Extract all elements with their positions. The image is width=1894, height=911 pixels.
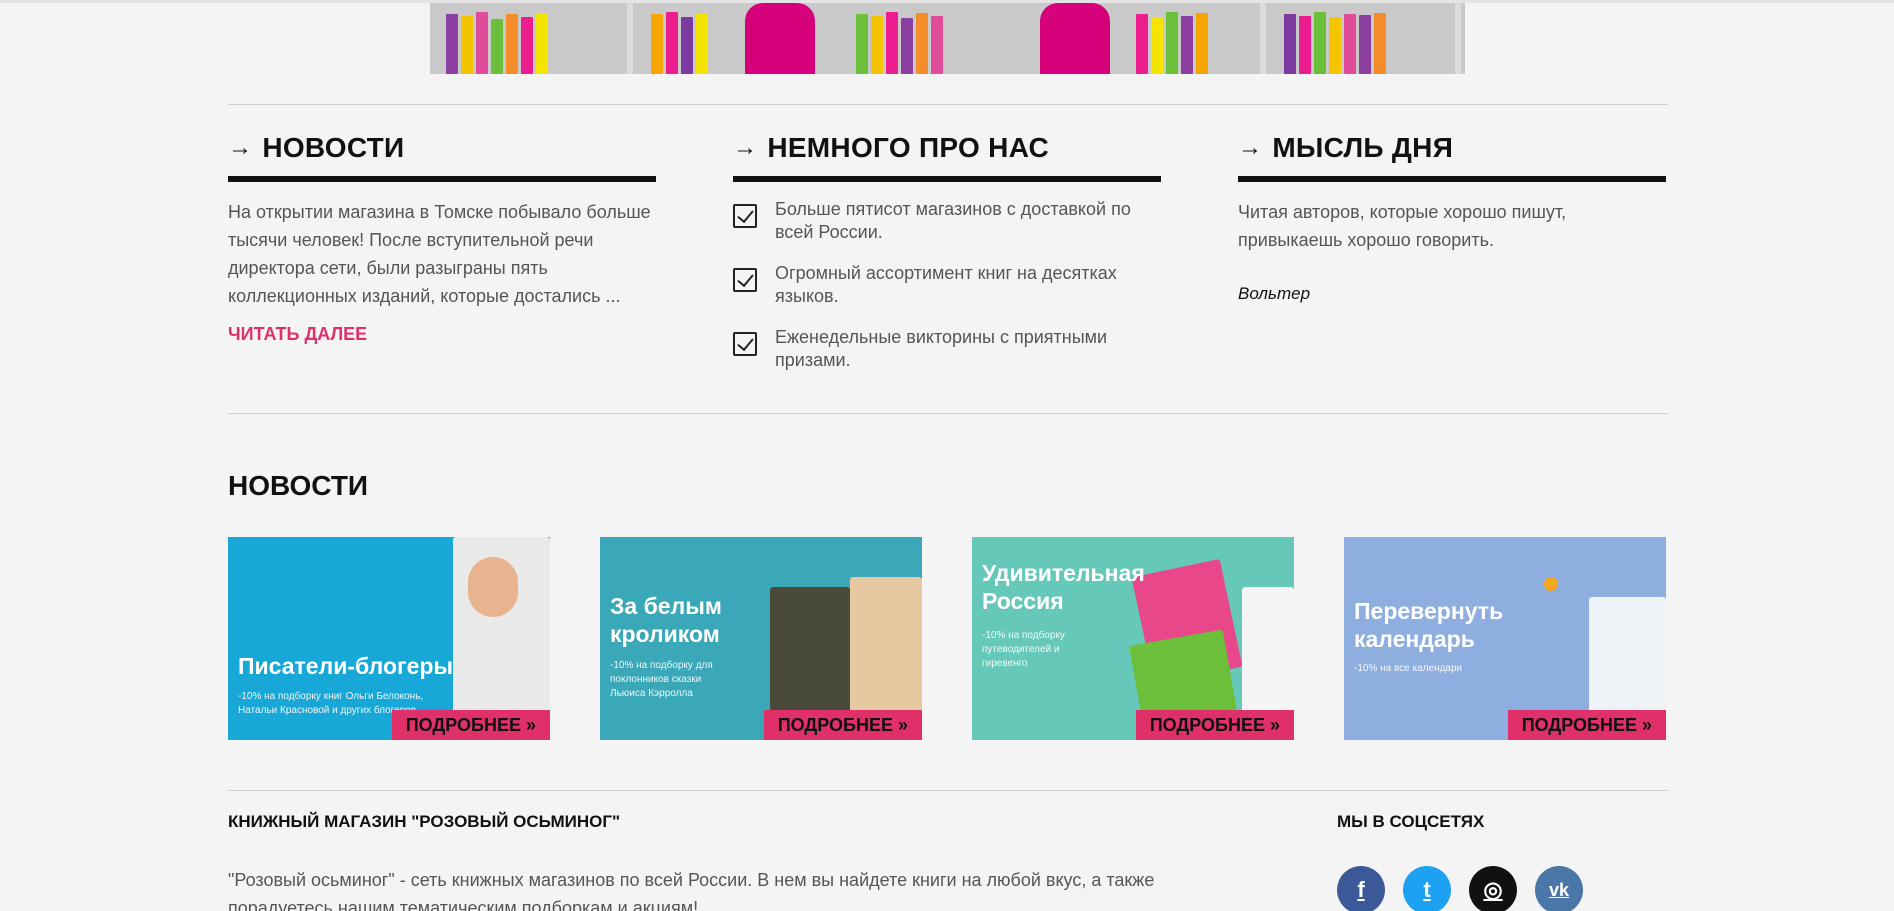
socials-title: МЫ В СОЦСЕТЯХ bbox=[1337, 812, 1485, 831]
arrow-right-icon: → bbox=[733, 134, 758, 161]
title-underline bbox=[228, 176, 656, 182]
more-button[interactable]: ПОДРОБНЕЕ » bbox=[763, 710, 922, 740]
quote-column-title: → МЫСЛЬ ДНЯ bbox=[1238, 128, 1666, 168]
quote-text: Читая авторов, которые хорошо пишут, при… bbox=[1238, 202, 1567, 250]
about-item-text: Еженедельные викторины с приятными приза… bbox=[775, 327, 1108, 370]
card-illustration bbox=[850, 577, 922, 717]
news-section-heading: НОВОСТИ bbox=[228, 470, 369, 501]
quote-author: Вольтер bbox=[1238, 284, 1311, 303]
card-illustration bbox=[468, 557, 518, 617]
about-column: → НЕМНОГО ПРО НАС Больше пятисот магазин… bbox=[733, 128, 1161, 390]
news-column-title: → НОВОСТИ bbox=[228, 128, 656, 168]
shelf-mid-left bbox=[645, 3, 714, 74]
news-column: → НОВОСТИ На открытии магазина в Томске … bbox=[228, 128, 656, 345]
about-list-item: Больше пятисот магазинов с доставкой по … bbox=[733, 198, 1161, 244]
hero-bookshelf-banner bbox=[430, 3, 1465, 74]
card-title: Писатели-блогеры bbox=[238, 653, 454, 679]
twitter-icon[interactable]: t bbox=[1403, 866, 1451, 911]
instagram-icon[interactable]: ◎ bbox=[1469, 866, 1517, 911]
store-title: КНИЖНЫЙ МАГАЗИН "РОЗОВЫЙ ОСЬМИНОГ" bbox=[228, 812, 621, 831]
hero-figure-left bbox=[745, 3, 815, 74]
news-excerpt: На открытии магазина в Томске побывало б… bbox=[228, 202, 651, 306]
card-illustration bbox=[1544, 577, 1558, 591]
card-illustration bbox=[1242, 587, 1294, 717]
about-list: Больше пятисот магазинов с доставкой по … bbox=[733, 198, 1161, 372]
title-underline bbox=[733, 176, 1161, 182]
about-item-text: Больше пятисот магазинов с доставкой по … bbox=[775, 199, 1131, 242]
card-title: Удивительная Россия bbox=[982, 560, 1145, 614]
checkbox-checked-icon bbox=[733, 268, 757, 292]
divider-middle bbox=[228, 413, 1668, 414]
news-card[interactable]: Удивительная Россия -10% на подборку пут… bbox=[972, 537, 1294, 740]
vk-icon[interactable]: vk bbox=[1535, 866, 1583, 911]
about-column-title-text: НЕМНОГО ПРО НАС bbox=[767, 132, 1050, 163]
social-links: f t ◎ vk bbox=[1337, 866, 1583, 911]
news-column-title-text: НОВОСТИ bbox=[262, 132, 405, 163]
title-underline bbox=[1238, 176, 1666, 182]
about-item-text: Огромный ассортимент книг на десятках яз… bbox=[775, 263, 1117, 306]
shelf-right bbox=[1278, 3, 1392, 74]
shelf-left bbox=[440, 3, 554, 74]
shelf-mid-right bbox=[1130, 3, 1214, 74]
quote-column: → МЫСЛЬ ДНЯ Читая авторов, которые хорош… bbox=[1238, 128, 1666, 304]
news-card[interactable]: За белым кроликом -10% на подборку для п… bbox=[600, 537, 922, 740]
read-more-link[interactable]: ЧИТАТЬ ДАЛЕЕ bbox=[228, 324, 367, 345]
about-column-title: → НЕМНОГО ПРО НАС bbox=[733, 128, 1161, 168]
about-list-item: Огромный ассортимент книг на десятках яз… bbox=[733, 262, 1161, 308]
card-subtitle: -10% на подборку путеводителей и гиревен… bbox=[982, 630, 1065, 669]
arrow-right-icon: → bbox=[228, 134, 253, 161]
quote-column-title-text: МЫСЛЬ ДНЯ bbox=[1272, 132, 1454, 163]
divider-footer bbox=[228, 790, 1668, 791]
more-button[interactable]: ПОДРОБНЕЕ » bbox=[391, 710, 550, 740]
more-button[interactable]: ПОДРОБНЕЕ » bbox=[1135, 710, 1294, 740]
more-button[interactable]: ПОДРОБНЕЕ » bbox=[1507, 710, 1666, 740]
card-title: За белым кроликом bbox=[610, 593, 722, 647]
facebook-icon[interactable]: f bbox=[1337, 866, 1385, 911]
divider-top bbox=[228, 104, 1668, 105]
hero-figure-right bbox=[1040, 3, 1110, 74]
card-title: Перевернуть календарь bbox=[1354, 598, 1504, 652]
card-subtitle: -10% на все календари bbox=[1354, 663, 1463, 674]
card-subtitle: -10% на подборку для поклонников сказки … bbox=[610, 660, 713, 699]
news-card[interactable]: Писатели-блогеры -10% на подборку книг О… bbox=[228, 537, 550, 740]
news-card[interactable]: Перевернуть календарь -10% на все календ… bbox=[1344, 537, 1666, 740]
store-description: "Розовый осьминог" - сеть книжных магази… bbox=[228, 870, 1155, 911]
about-list-item: Еженедельные викторины с приятными приза… bbox=[733, 326, 1161, 372]
checkbox-checked-icon bbox=[733, 204, 757, 228]
shelf-center bbox=[850, 3, 949, 74]
checkbox-checked-icon bbox=[733, 332, 757, 356]
arrow-right-icon: → bbox=[1238, 134, 1263, 161]
